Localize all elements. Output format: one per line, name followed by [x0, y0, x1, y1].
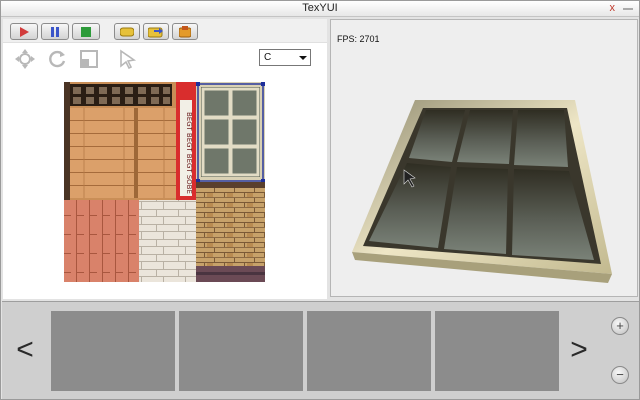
- zoom-out-button[interactable]: −: [611, 366, 629, 384]
- app-window: TexYUI x C BEGT BEGT BEGT SOBE FPS: 2701…: [0, 0, 640, 400]
- previous-arrow[interactable]: <: [13, 327, 37, 375]
- thumbnail-slot[interactable]: [51, 311, 175, 391]
- channel-select[interactable]: C: [259, 49, 311, 66]
- viewport-3d[interactable]: FPS: 2701: [330, 19, 638, 297]
- move-tool[interactable]: [15, 49, 35, 69]
- next-arrow[interactable]: >: [567, 327, 591, 375]
- window-title: TexYUI: [302, 2, 338, 14]
- pause-icon: [51, 26, 59, 37]
- select-cursor-icon: [120, 49, 137, 70]
- banner-strip-text: BEGT BEGT BEGT SOBE: [185, 112, 193, 194]
- save-icon: [179, 25, 191, 37]
- rotate-icon: [49, 50, 66, 68]
- title-bar: TexYUI x: [1, 1, 639, 17]
- chevron-down-icon: [299, 56, 307, 60]
- stone-block-tile: [139, 200, 196, 282]
- channel-select-value: C: [264, 52, 272, 63]
- load-button[interactable]: [114, 23, 140, 40]
- texture-atlas[interactable]: BEGT BEGT BEGT SOBE: [64, 82, 265, 282]
- open-button[interactable]: [143, 23, 169, 40]
- window-model-preview: [352, 100, 612, 283]
- thumbnail-slot[interactable]: [179, 311, 303, 391]
- zoom-in-button[interactable]: +: [611, 317, 629, 335]
- pause-button[interactable]: [41, 23, 69, 40]
- select-tool[interactable]: [118, 49, 138, 70]
- folder-open-icon: [148, 27, 163, 37]
- thumbnail-slot[interactable]: [435, 311, 559, 391]
- stop-icon: [81, 26, 91, 37]
- save-button[interactable]: [172, 23, 198, 40]
- move-icon: [15, 49, 35, 69]
- scale-icon: [80, 50, 98, 68]
- red-brick-tile: [64, 200, 139, 282]
- close-icon[interactable]: x: [610, 1, 616, 15]
- scale-tool[interactable]: [79, 49, 99, 69]
- rotate-tool[interactable]: [48, 49, 68, 69]
- play-icon: [20, 26, 29, 37]
- play-button[interactable]: [10, 23, 38, 40]
- stop-button[interactable]: [72, 23, 100, 40]
- thumbnail-slot[interactable]: [307, 311, 431, 391]
- load-icon: [120, 27, 134, 36]
- minimize-icon[interactable]: [623, 8, 633, 10]
- yellow-brick-tile: [196, 182, 265, 266]
